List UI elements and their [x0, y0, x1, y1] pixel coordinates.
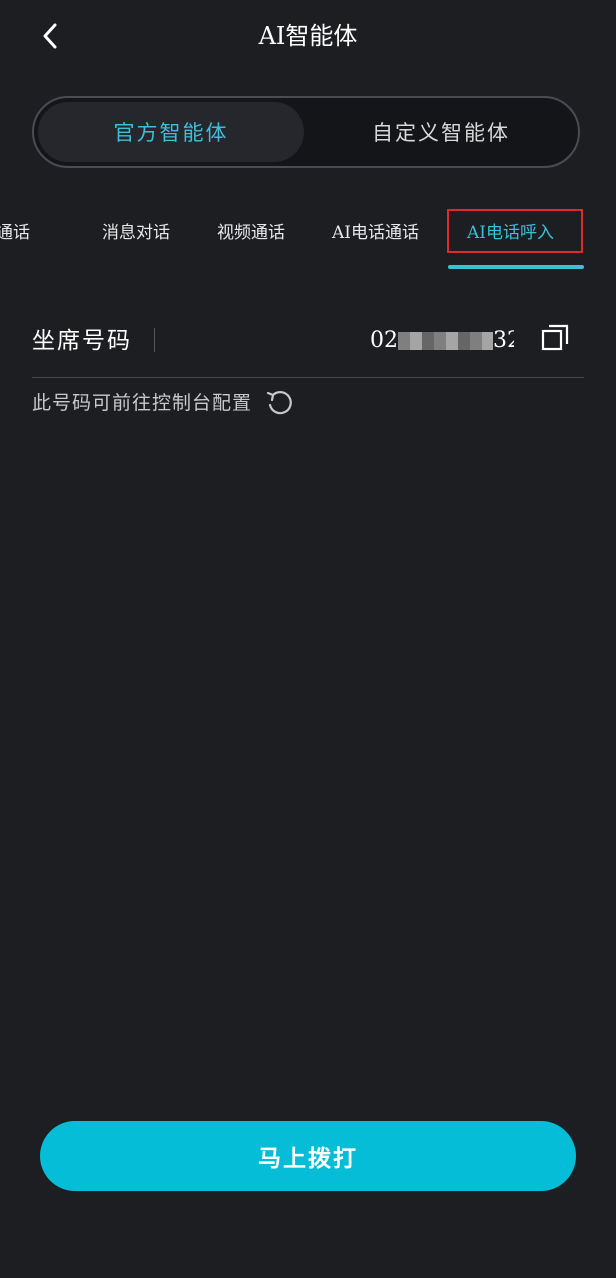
seat-number-value: 02 32: [370, 324, 514, 358]
tab-call[interactable]: 通话: [0, 218, 30, 248]
config-hint-text: 此号码可前往控制台配置: [32, 392, 253, 414]
tab-video-call[interactable]: 视频通话: [217, 218, 285, 248]
active-tab-underline: [448, 265, 584, 269]
seat-number-row: 坐席号码 02 32: [32, 310, 584, 378]
agent-type-segment: 官方智能体 自定义智能体: [32, 96, 580, 168]
segment-custom-agents[interactable]: 自定义智能体: [308, 102, 574, 162]
ai-agent-screen: AI智能体 官方智能体 自定义智能体 通话 消息对话 视频通话 AI电话通话 A…: [0, 0, 616, 1278]
refresh-icon: [266, 391, 292, 415]
tab-ai-phone-call[interactable]: AI电话通话: [332, 218, 419, 248]
segment-official-agents[interactable]: 官方智能体: [38, 102, 304, 162]
seat-number-redaction: [398, 332, 493, 350]
header: AI智能体: [0, 0, 616, 72]
config-hint-row: 此号码可前往控制台配置: [32, 386, 294, 420]
tab-message-chat[interactable]: 消息对话: [102, 218, 170, 248]
feature-tabs: 通话 消息对话 视频通话 AI电话通话 AI电话呼入: [0, 208, 616, 272]
seat-divider: [154, 328, 155, 352]
seat-number-label: 坐席号码: [32, 328, 132, 354]
tab-ai-phone-inbound[interactable]: AI电话呼入: [467, 218, 554, 248]
refresh-button[interactable]: [264, 388, 294, 418]
dial-now-button[interactable]: 马上拨打: [40, 1121, 576, 1191]
copy-button[interactable]: [540, 322, 572, 354]
seat-number-end: 32: [493, 328, 514, 353]
copy-icon: [541, 324, 569, 351]
seat-number-start: 02: [370, 328, 398, 353]
page-title: AI智能体: [258, 22, 358, 50]
